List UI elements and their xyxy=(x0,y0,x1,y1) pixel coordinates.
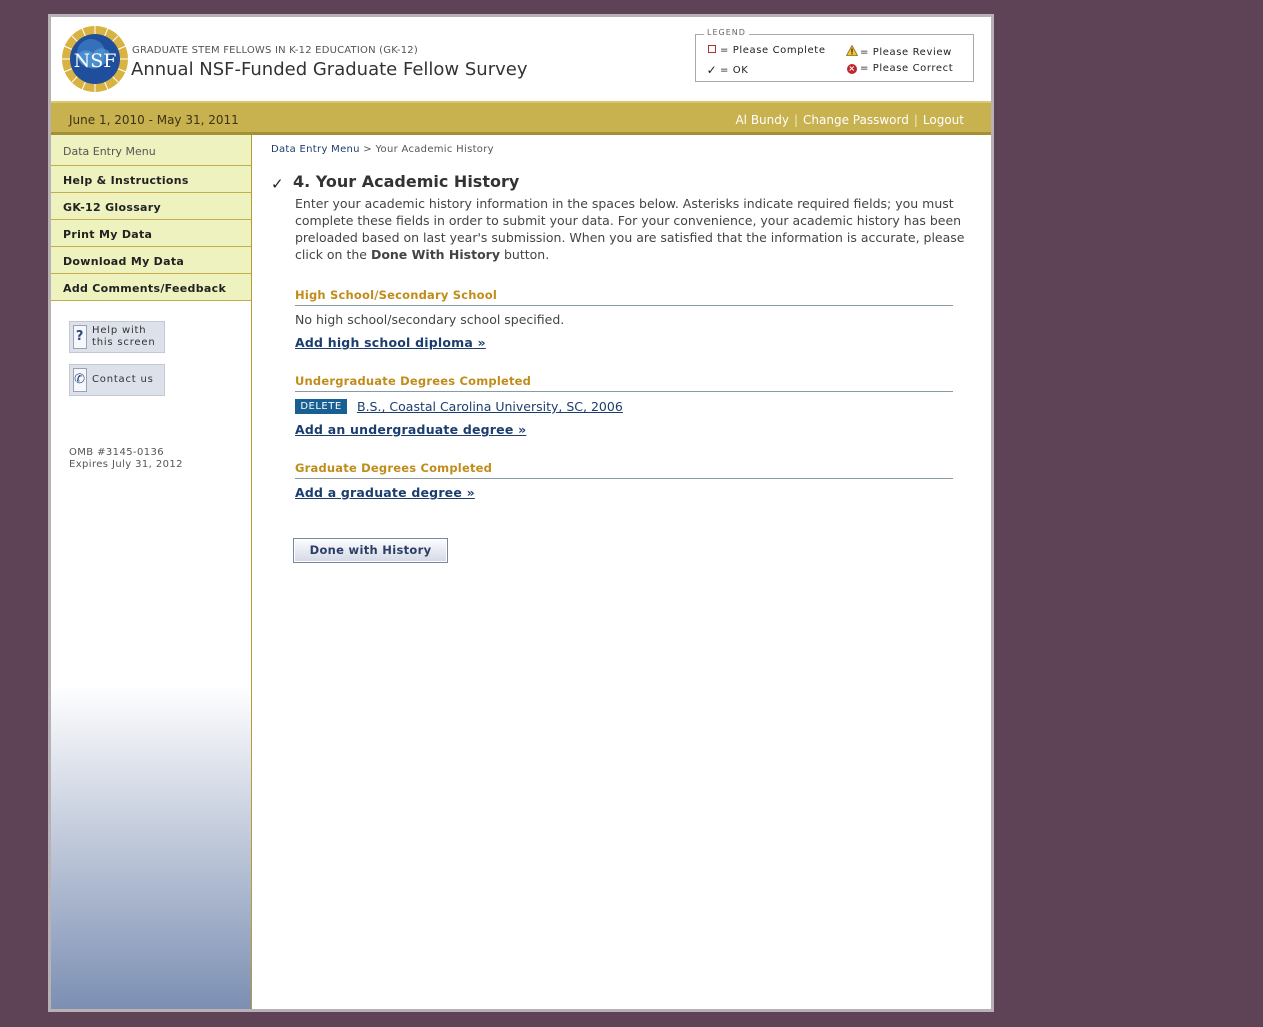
legend-label: = Please Review xyxy=(860,46,952,58)
help-with-screen-button[interactable]: ? Help with this screen xyxy=(69,321,165,353)
separator: | xyxy=(913,113,918,127)
contact-button-label: Contact us xyxy=(92,374,154,385)
sidebar-item-glossary[interactable]: GK-12 Glossary xyxy=(51,193,251,220)
change-password-link[interactable]: Change Password xyxy=(803,113,909,127)
breadcrumb-current: Your Academic History xyxy=(375,144,494,155)
survey-title: Annual NSF-Funded Graduate Fellow Survey xyxy=(131,59,528,80)
legend-label: = Please Correct xyxy=(860,63,954,74)
header: NSF GRADUATE STEM FELLOWS IN K-12 EDUCAT… xyxy=(51,17,991,101)
delete-degree-button[interactable]: DELETE xyxy=(295,399,347,414)
help-button-line2: this screen xyxy=(92,337,156,348)
intro-text: Enter your academic history information … xyxy=(295,195,985,263)
page: NSF GRADUATE STEM FELLOWS IN K-12 EDUCAT… xyxy=(51,17,991,1009)
check-icon: ✓ xyxy=(271,175,284,193)
legend: LEGEND = Please Complete = Please Review xyxy=(695,28,974,82)
legend-label: = OK xyxy=(720,64,749,76)
add-high-school-link[interactable]: Add high school diploma » xyxy=(295,335,486,350)
sidebar-item-download-data[interactable]: Download My Data xyxy=(51,247,251,274)
nsf-logo-text: NSF xyxy=(74,50,117,72)
sidebar-item-print-data[interactable]: Print My Data xyxy=(51,220,251,247)
breadcrumb-data-entry-menu[interactable]: Data Entry Menu xyxy=(271,144,360,155)
error-icon: × xyxy=(847,64,857,74)
add-undergrad-degree-link[interactable]: Add an undergraduate degree » xyxy=(295,422,526,437)
sidebar-item-comments-feedback[interactable]: Add Comments/Feedback xyxy=(51,274,251,301)
omb-info: OMB #3145-0136 Expires July 31, 2012 xyxy=(69,447,183,471)
user-links: Al Bundy | Change Password | Logout xyxy=(735,113,964,127)
page-title: 4. Your Academic History xyxy=(293,172,520,191)
add-graduate-degree-link[interactable]: Add a graduate degree » xyxy=(295,485,475,500)
legend-item-ok: ✓ = OK xyxy=(706,63,748,77)
nsf-logo: NSF xyxy=(62,26,128,92)
page-frame: NSF GRADUATE STEM FELLOWS IN K-12 EDUCAT… xyxy=(48,14,994,1012)
program-name: GRADUATE STEM FELLOWS IN K-12 EDUCATION … xyxy=(132,45,418,56)
logout-link[interactable]: Logout xyxy=(923,113,964,127)
legend-label: = Please Complete xyxy=(720,45,826,56)
graduate-section-title: Graduate Degrees Completed xyxy=(295,461,953,479)
intro-text-end: button. xyxy=(500,247,550,262)
sidebar-menu-header[interactable]: Data Entry Menu xyxy=(51,135,251,166)
legend-item-please-correct: × = Please Correct xyxy=(846,63,953,74)
phone-icon: ✆ xyxy=(73,368,87,392)
undergrad-degree-link[interactable]: B.S., Coastal Carolina University, SC, 2… xyxy=(357,399,623,414)
intro-text-bold: Done With History xyxy=(370,247,500,262)
sidebar-item-help-instructions[interactable]: Help & Instructions xyxy=(51,166,251,193)
contact-us-button[interactable]: ✆ Contact us xyxy=(69,364,165,396)
legend-title: LEGEND xyxy=(704,28,749,37)
legend-item-please-review: = Please Review xyxy=(845,44,952,59)
omb-expiration: Expires July 31, 2012 xyxy=(69,459,183,470)
undergrad-section-title: Undergraduate Degrees Completed xyxy=(295,374,953,392)
sidebar: Data Entry Menu Help & Instructions GK-1… xyxy=(51,135,252,1009)
separator: | xyxy=(794,113,799,127)
breadcrumb-separator: > xyxy=(363,144,372,155)
breadcrumb: Data Entry Menu > Your Academic History xyxy=(271,144,494,155)
warning-icon xyxy=(845,44,859,56)
main-content: Data Entry Menu > Your Academic History … xyxy=(252,135,991,1009)
omb-number: OMB #3145-0136 xyxy=(69,447,165,458)
reporting-period: June 1, 2010 - May 31, 2011 xyxy=(69,113,239,127)
done-with-history-button[interactable]: Done with History xyxy=(293,538,448,563)
question-icon: ? xyxy=(73,325,87,349)
check-icon: ✓ xyxy=(706,63,718,77)
legend-item-please-complete: = Please Complete xyxy=(706,45,826,56)
no-high-school-text: No high school/secondary school specifie… xyxy=(295,312,565,327)
high-school-section-title: High School/Secondary School xyxy=(295,288,953,306)
user-name-link[interactable]: Al Bundy xyxy=(735,113,789,127)
empty-box-icon xyxy=(708,45,716,53)
help-button-line1: Help with xyxy=(92,325,147,336)
date-bar: June 1, 2010 - May 31, 2011 Al Bundy | Cha… xyxy=(51,101,991,135)
